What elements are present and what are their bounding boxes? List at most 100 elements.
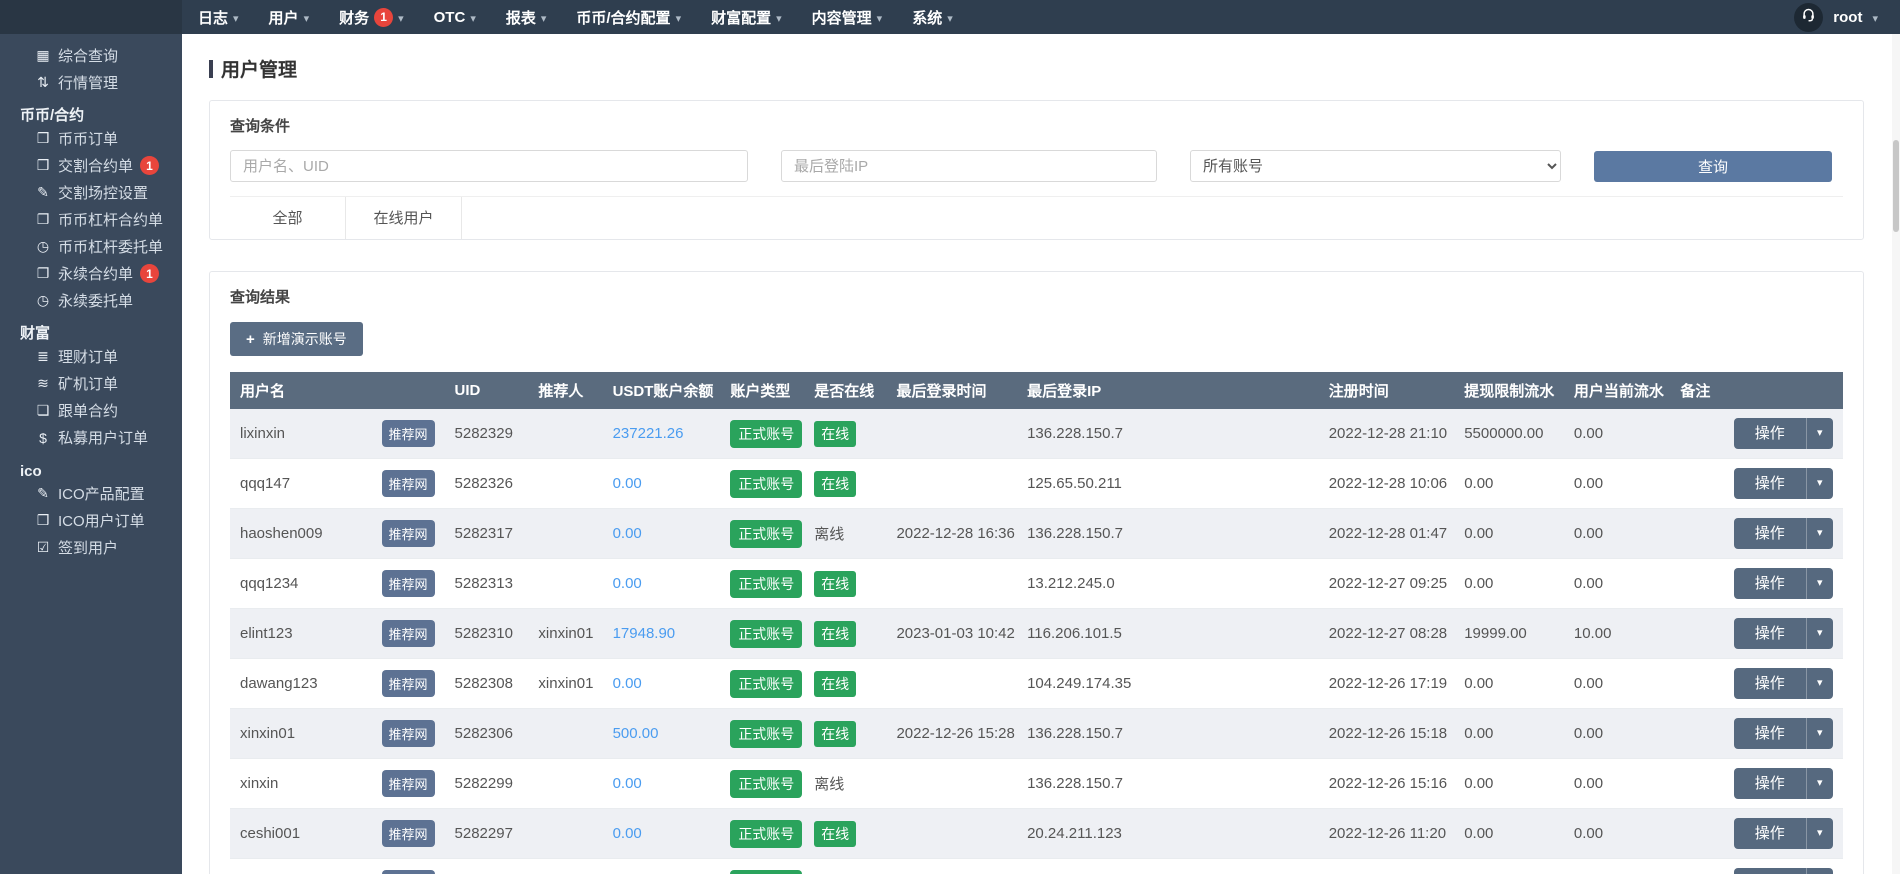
action-button[interactable]: 操作 (1734, 768, 1806, 799)
user-menu[interactable]: root (1833, 9, 1862, 26)
action-split-button[interactable]: 操作▾ (1734, 768, 1833, 799)
sidebar: ▦综合查询⇅行情管理币币/合约❒币币订单❒交割合约单1✎交割场控设置❐币币杠杆合… (0, 34, 182, 874)
cell-account-type: 正式账号 (720, 759, 804, 809)
action-button[interactable]: 操作 (1734, 568, 1806, 599)
nav-item-otc[interactable]: OTC▾ (434, 9, 476, 26)
add-demo-account-button[interactable]: + 新增演示账号 (230, 322, 363, 356)
balance-link[interactable]: 500.00 (613, 725, 659, 742)
avatar[interactable] (1794, 3, 1823, 32)
nav-item-wealth-config[interactable]: 财富配置▾ (711, 7, 782, 28)
sidebar-item-ico-product-config[interactable]: ✎ICO产品配置 (0, 480, 182, 507)
sidebar-item-checkin-users[interactable]: ☑签到用户 (0, 534, 182, 561)
balance-link[interactable]: 237221.26 (613, 425, 684, 442)
action-split-button[interactable]: 操作▾ (1734, 418, 1833, 449)
action-split-button[interactable]: 操作▾ (1734, 868, 1833, 874)
sidebar-item-market-management[interactable]: ⇅行情管理 (0, 69, 182, 96)
nav-item-finance[interactable]: 财务1▾ (339, 7, 404, 28)
search-button[interactable]: 查询 (1594, 151, 1832, 182)
bookmark-arrow-icon: ❏ (30, 402, 56, 419)
referral-network-badge[interactable]: 推荐网 (382, 470, 435, 497)
sidebar-item-copy-trade-contract[interactable]: ❏跟单合约 (0, 397, 182, 424)
clock-doc-icon: ◷ (30, 292, 56, 309)
cell-uid: 5282317 (445, 509, 529, 559)
sidebar-item-perpetual-entrust-orders[interactable]: ◷永续委托单 (0, 287, 182, 314)
referral-network-badge[interactable]: 推荐网 (382, 870, 435, 874)
logo-area (0, 0, 182, 34)
sidebar-item-perpetual-contract-orders[interactable]: ❐永续合约单1 (0, 260, 182, 287)
cell-current-flow: 0.00 (1564, 659, 1670, 709)
sidebar-item-overview-query[interactable]: ▦综合查询 (0, 42, 182, 69)
action-button[interactable]: 操作 (1734, 718, 1806, 749)
sidebar-item-ico-user-orders[interactable]: ❒ICO用户订单 (0, 507, 182, 534)
balance-link[interactable]: 0.00 (613, 675, 642, 692)
sidebar-item-wealth-orders[interactable]: ≣理财订单 (0, 343, 182, 370)
chevron-down-icon[interactable]: ▾ (1806, 518, 1833, 549)
action-split-button[interactable]: 操作▾ (1734, 468, 1833, 499)
chevron-down-icon[interactable]: ▾ (1806, 768, 1833, 799)
action-split-button[interactable]: 操作▾ (1734, 618, 1833, 649)
nav-item-users[interactable]: 用户▾ (269, 7, 310, 28)
balance-link[interactable]: 0.00 (613, 775, 642, 792)
referral-network-badge[interactable]: 推荐网 (382, 570, 435, 597)
action-split-button[interactable]: 操作▾ (1734, 568, 1833, 599)
action-button[interactable]: 操作 (1734, 618, 1806, 649)
chevron-down-icon[interactable]: ▾ (1806, 868, 1833, 874)
tab-all[interactable]: 全部 (230, 197, 346, 239)
chevron-down-icon[interactable]: ▾ (1806, 618, 1833, 649)
sidebar-item-delivery-control-settings[interactable]: ✎交割场控设置 (0, 179, 182, 206)
action-button[interactable]: 操作 (1734, 868, 1806, 874)
nav-item-content[interactable]: 内容管理▾ (812, 7, 883, 28)
notification-badge: 1 (140, 264, 159, 283)
referral-network-badge[interactable]: 推荐网 (382, 520, 435, 547)
last-login-ip-input[interactable] (781, 150, 1157, 182)
page-title-row: 用户管理 (209, 55, 1900, 82)
sidebar-section-section-ico: ico (0, 454, 182, 480)
cell-account-type: 正式账号 (720, 459, 804, 509)
chevron-down-icon[interactable]: ▾ (1806, 468, 1833, 499)
balance-link[interactable]: 0.00 (613, 525, 642, 542)
sidebar-item-coin-margin-entrust-orders[interactable]: ◷币币杠杆委托单 (0, 233, 182, 260)
balance-link[interactable]: 17948.90 (613, 625, 676, 642)
chevron-down-icon[interactable]: ▾ (1806, 568, 1833, 599)
nav-item-logs[interactable]: 日志▾ (198, 7, 239, 28)
nav-item-system[interactable]: 系统▾ (912, 7, 953, 28)
user-name: haoshen009 (240, 525, 323, 542)
chevron-down-icon[interactable]: ▾ (1806, 818, 1833, 849)
sidebar-item-coin-orders[interactable]: ❒币币订单 (0, 125, 182, 152)
chevron-down-icon[interactable]: ▾ (1806, 718, 1833, 749)
scrollbar-thumb[interactable] (1893, 140, 1899, 232)
action-button[interactable]: 操作 (1734, 468, 1806, 499)
referral-network-badge[interactable]: 推荐网 (382, 770, 435, 797)
action-split-button[interactable]: 操作▾ (1734, 718, 1833, 749)
title-accent-bar (209, 60, 213, 78)
sidebar-item-delivery-contract-orders[interactable]: ❒交割合约单1 (0, 152, 182, 179)
account-type-select[interactable]: 所有账号 (1190, 150, 1561, 182)
vertical-scrollbar[interactable] (1892, 34, 1900, 874)
action-split-button[interactable]: 操作▾ (1734, 518, 1833, 549)
nav-item-coin-contract-config[interactable]: 币币/合约配置▾ (576, 7, 681, 28)
referral-network-badge[interactable]: 推荐网 (382, 620, 435, 647)
cell-account-type: 正式账号 (720, 559, 804, 609)
username-uid-input[interactable] (230, 150, 748, 182)
referral-network-badge[interactable]: 推荐网 (382, 820, 435, 847)
action-button[interactable]: 操作 (1734, 518, 1806, 549)
balance-link[interactable]: 0.00 (613, 475, 642, 492)
action-button[interactable]: 操作 (1734, 418, 1806, 449)
sidebar-item-private-fund-orders[interactable]: $私募用户订单 (0, 424, 182, 451)
tab-online-users[interactable]: 在线用户 (346, 197, 462, 239)
referral-network-badge[interactable]: 推荐网 (382, 670, 435, 697)
action-button[interactable]: 操作 (1734, 668, 1806, 699)
sidebar-item-miner-orders[interactable]: ≋矿机订单 (0, 370, 182, 397)
action-button[interactable]: 操作 (1734, 818, 1806, 849)
chevron-down-icon[interactable]: ▾ (1806, 418, 1833, 449)
column-header: 最后登录时间 (886, 372, 1017, 409)
balance-link[interactable]: 0.00 (613, 825, 642, 842)
referral-network-badge[interactable]: 推荐网 (382, 420, 435, 447)
action-split-button[interactable]: 操作▾ (1734, 818, 1833, 849)
referral-network-badge[interactable]: 推荐网 (382, 720, 435, 747)
action-split-button[interactable]: 操作▾ (1734, 668, 1833, 699)
sidebar-item-coin-margin-contract-orders[interactable]: ❐币币杠杆合约单 (0, 206, 182, 233)
nav-item-reports[interactable]: 报表▾ (506, 7, 547, 28)
balance-link[interactable]: 0.00 (613, 575, 642, 592)
chevron-down-icon[interactable]: ▾ (1806, 668, 1833, 699)
